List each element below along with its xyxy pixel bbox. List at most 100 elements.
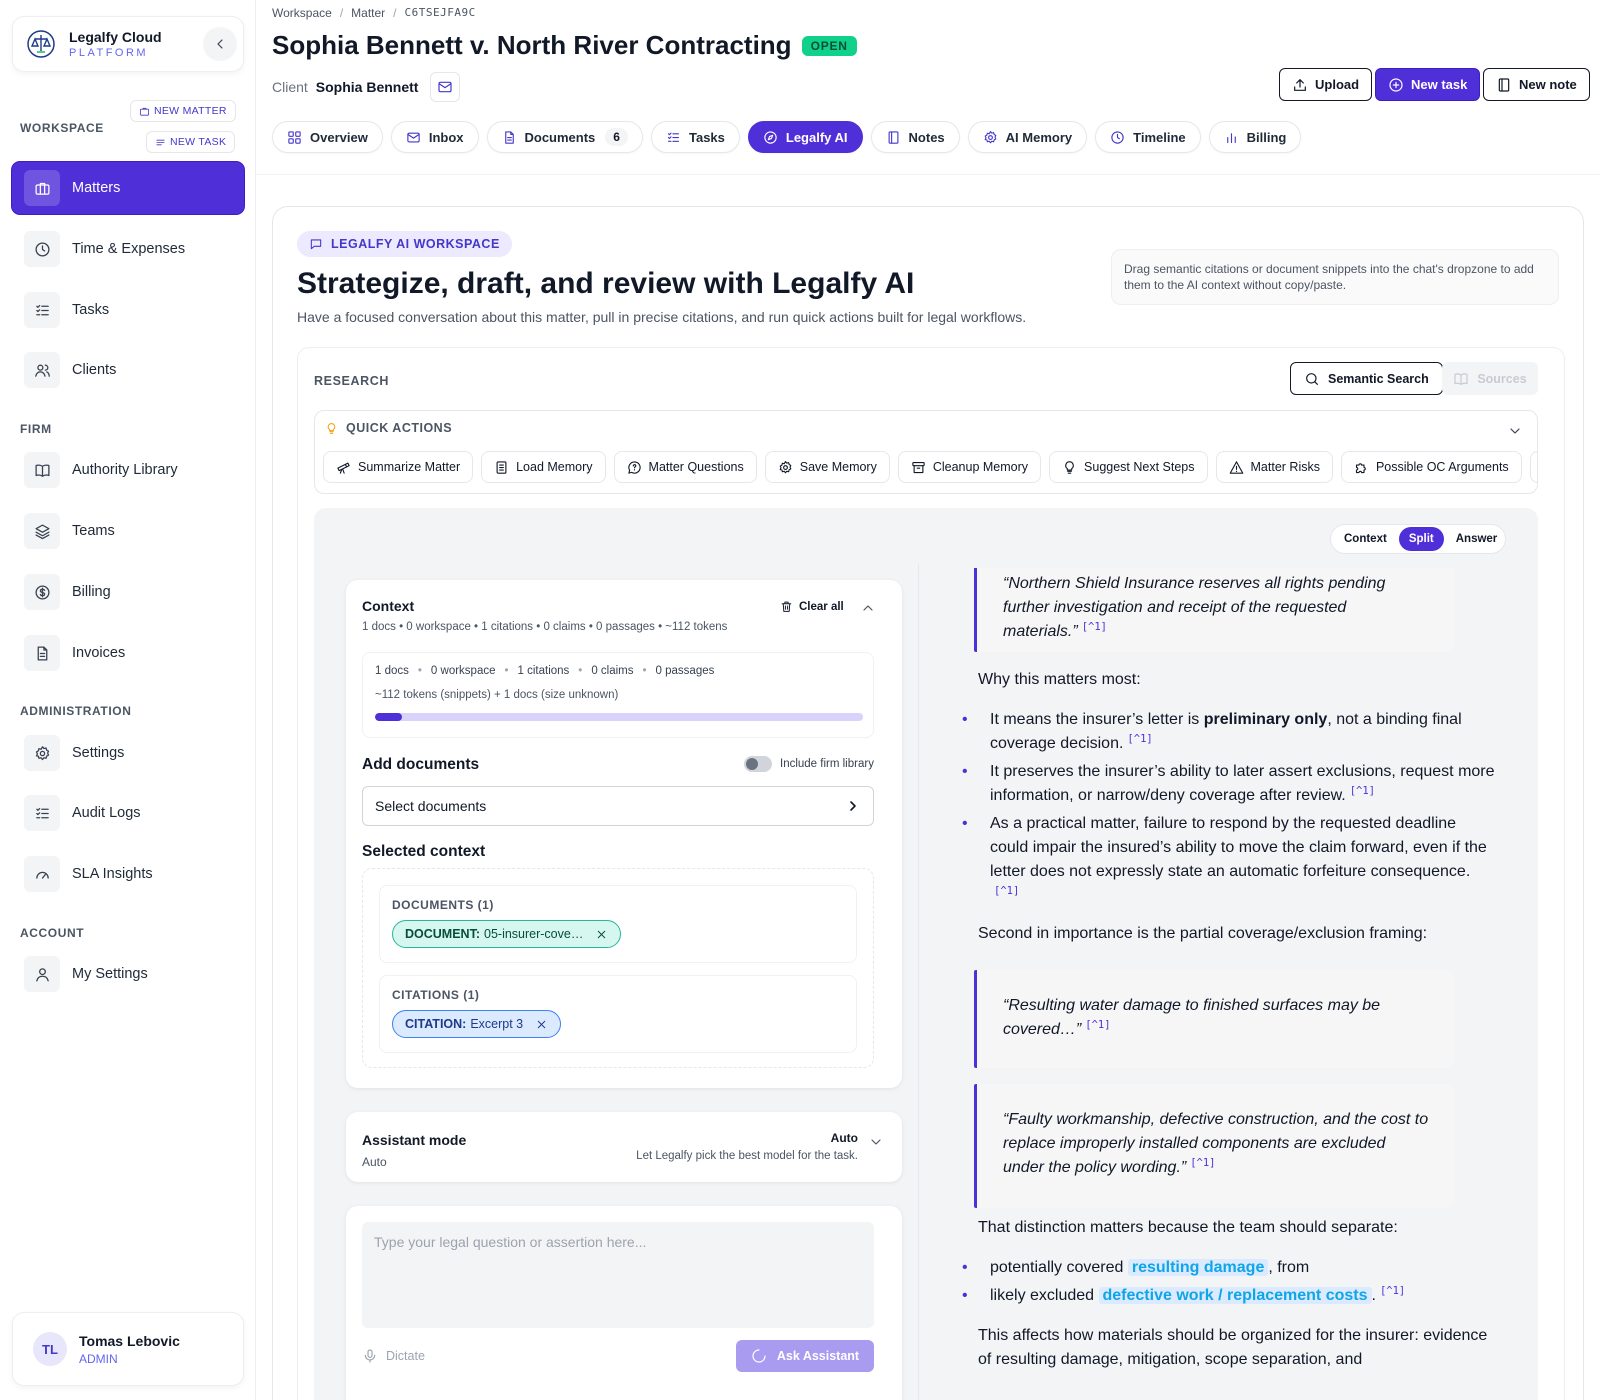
sidebar-item-label: Billing — [72, 584, 111, 600]
tab-documents[interactable]: Documents 6 — [486, 121, 643, 153]
quick-actions-header[interactable]: QUICK ACTIONS — [325, 421, 452, 435]
grid-icon — [288, 130, 301, 144]
assistant-mode-title: Assistant mode — [362, 1132, 467, 1148]
chevron-up-icon[interactable] — [860, 600, 876, 616]
gear-icon — [984, 130, 997, 143]
chevron-down-icon — [868, 1134, 884, 1150]
clear-all-button[interactable]: Clear all — [780, 600, 844, 613]
chat-area: Context Split Answer Context 1 docs • 0 … — [314, 508, 1538, 1400]
new-task-button[interactable]: New task — [1375, 68, 1481, 101]
toggle-switch[interactable] — [744, 756, 772, 772]
quick-action-matter-questions[interactable]: Matter Questions — [613, 451, 757, 483]
ask-assistant-button[interactable]: Ask Assistant — [736, 1340, 874, 1372]
breadcrumb-matter[interactable]: Matter — [351, 6, 385, 20]
view-mode-context[interactable]: Context — [1334, 527, 1397, 551]
selected-context-dropzone[interactable]: DOCUMENTS (1) DOCUMENT: 05-insurer-cove…… — [362, 868, 874, 1068]
new-matter-button[interactable]: NEW MATTER — [130, 100, 236, 122]
tab-billing[interactable]: Billing — [1208, 121, 1302, 153]
email-client-button[interactable] — [430, 72, 461, 102]
sidebar-item-tasks[interactable]: Tasks — [12, 284, 244, 336]
sidebar-item-invoices[interactable]: Invoices — [12, 627, 244, 679]
breadcrumb-workspace[interactable]: Workspace — [272, 6, 332, 20]
remove-citation-icon[interactable] — [535, 1018, 548, 1031]
sidebar-item-sla-insights[interactable]: SLA Insights — [12, 848, 244, 900]
quick-action-possible-oc-arguments[interactable]: Possible OC Arguments — [1340, 451, 1522, 483]
new-note-label: New note — [1519, 77, 1577, 92]
client-name[interactable]: Sophia Bennett — [316, 79, 419, 95]
citation-chip-type: CITATION: — [405, 1017, 467, 1031]
answer-list-item: It means the insurer’s letter is prelimi… — [962, 708, 1498, 756]
tab-timeline[interactable]: Timeline — [1095, 121, 1201, 153]
citation-chip[interactable]: CITATION: Excerpt 3 — [392, 1010, 562, 1038]
tab-inbox[interactable]: Inbox — [390, 121, 479, 153]
tab-overview[interactable]: Overview — [272, 121, 383, 153]
view-mode-answer[interactable]: Answer — [1446, 527, 1508, 551]
tab-legalfy-ai[interactable]: Legalfy AI — [747, 121, 863, 153]
quick-action-save-memory[interactable]: Save Memory — [764, 451, 890, 483]
sidebar-item-my-settings[interactable]: My Settings — [12, 948, 244, 1000]
remove-document-icon[interactable] — [595, 928, 608, 941]
view-mode-split[interactable]: Split — [1398, 527, 1444, 551]
quick-action-load-memory[interactable]: Load Memory — [481, 451, 606, 483]
sidebar-item-audit-logs[interactable]: Audit Logs — [12, 787, 244, 839]
assistant-mode-selector[interactable]: Assistant mode Auto Auto Let Legalfy pic… — [346, 1112, 902, 1182]
quick-action-matter-risks[interactable]: Matter Risks — [1215, 451, 1333, 483]
sidebar-item-billing[interactable]: Billing — [12, 566, 244, 618]
citation-ref[interactable]: [^1] — [1082, 621, 1107, 633]
answer-bold: preliminary only — [1203, 711, 1328, 728]
sources-button[interactable]: Sources — [1442, 362, 1538, 395]
dictate-button[interactable]: Dictate — [362, 1348, 425, 1364]
quick-action-cleanup-memory[interactable]: Cleanup Memory — [897, 451, 1042, 483]
tab-label: Legalfy AI — [785, 129, 848, 145]
citation-ref[interactable]: [^1] — [1127, 733, 1152, 745]
highlight-term[interactable]: resulting damage — [1127, 1259, 1269, 1276]
spinner-icon — [752, 1349, 766, 1363]
dollar-icon — [24, 574, 60, 610]
quick-action-suggest-next-steps[interactable]: Suggest Next Steps — [1049, 451, 1208, 483]
tab-tasks[interactable]: Tasks — [650, 121, 740, 153]
search-icon — [1306, 372, 1318, 385]
tab-notes[interactable]: Notes — [870, 121, 960, 153]
document-chip[interactable]: DOCUMENT: 05-insurer-cove… — [392, 920, 622, 948]
semantic-search-button[interactable]: Semantic Search — [1290, 362, 1443, 395]
stat-citations: 1 citations — [517, 665, 570, 677]
ai-workspace-card: LEGALFY AI WORKSPACE Strategize, draft, … — [272, 206, 1584, 1400]
sidebar-item-clients[interactable]: Clients — [12, 344, 244, 396]
citation-ref[interactable]: [^1] — [994, 885, 1019, 897]
collapse-sidebar-button[interactable] — [203, 27, 237, 61]
quick-action-summarize-matter[interactable]: Summarize Matter — [323, 451, 474, 483]
breadcrumb: Workspace / Matter / C6TSEJFA9C — [272, 6, 476, 20]
chat-icon — [310, 239, 322, 250]
include-firm-library-toggle[interactable]: Include firm library — [744, 756, 874, 772]
tab-label: Overview — [310, 129, 368, 145]
select-documents-field[interactable]: Select documents — [362, 786, 874, 826]
tab-ai-memory[interactable]: AI Memory — [967, 121, 1088, 153]
sidebar-item-settings[interactable]: Settings — [12, 727, 244, 779]
question-input[interactable] — [362, 1222, 874, 1328]
sidebar-item-time-expenses[interactable]: Time & Expenses — [12, 223, 244, 275]
answer-list-item: As a practical matter, failure to respon… — [962, 812, 1498, 908]
upload-button[interactable]: Upload — [1279, 68, 1373, 101]
citation-ref[interactable]: [^1] — [1085, 1019, 1110, 1031]
user-card[interactable]: TL Tomas Lebovic ADMIN — [12, 1312, 244, 1386]
sidebar-item-authority-library[interactable]: Authority Library — [12, 444, 244, 496]
quick-action-history[interactable] — [1529, 451, 1537, 483]
user-role: ADMIN — [79, 1351, 118, 1366]
select-documents-label: Select documents — [375, 798, 487, 814]
split-divider[interactable] — [918, 564, 919, 1400]
stat-separator: • — [578, 665, 583, 677]
new-task-sidebar-button[interactable]: NEW TASK — [146, 131, 236, 153]
workspace-subtitle: Have a focused conversation about this m… — [297, 309, 1027, 325]
citation-ref[interactable]: [^1] — [1190, 1157, 1215, 1169]
new-note-button[interactable]: New note — [1483, 68, 1590, 101]
chevron-down-icon[interactable] — [1507, 423, 1523, 439]
sidebar-item-label: Invoices — [72, 645, 126, 661]
citation-ref[interactable]: [^1] — [1380, 1285, 1405, 1297]
sidebar-item-matters[interactable]: Matters — [12, 162, 244, 214]
sidebar-item-teams[interactable]: Teams — [12, 505, 244, 557]
citation-ref[interactable]: [^1] — [1350, 785, 1375, 797]
context-title: Context — [362, 598, 415, 614]
highlight-term[interactable]: defective work / replacement costs — [1098, 1287, 1372, 1304]
section-firm: FIRM — [20, 422, 52, 436]
tab-label: Billing — [1246, 129, 1287, 145]
